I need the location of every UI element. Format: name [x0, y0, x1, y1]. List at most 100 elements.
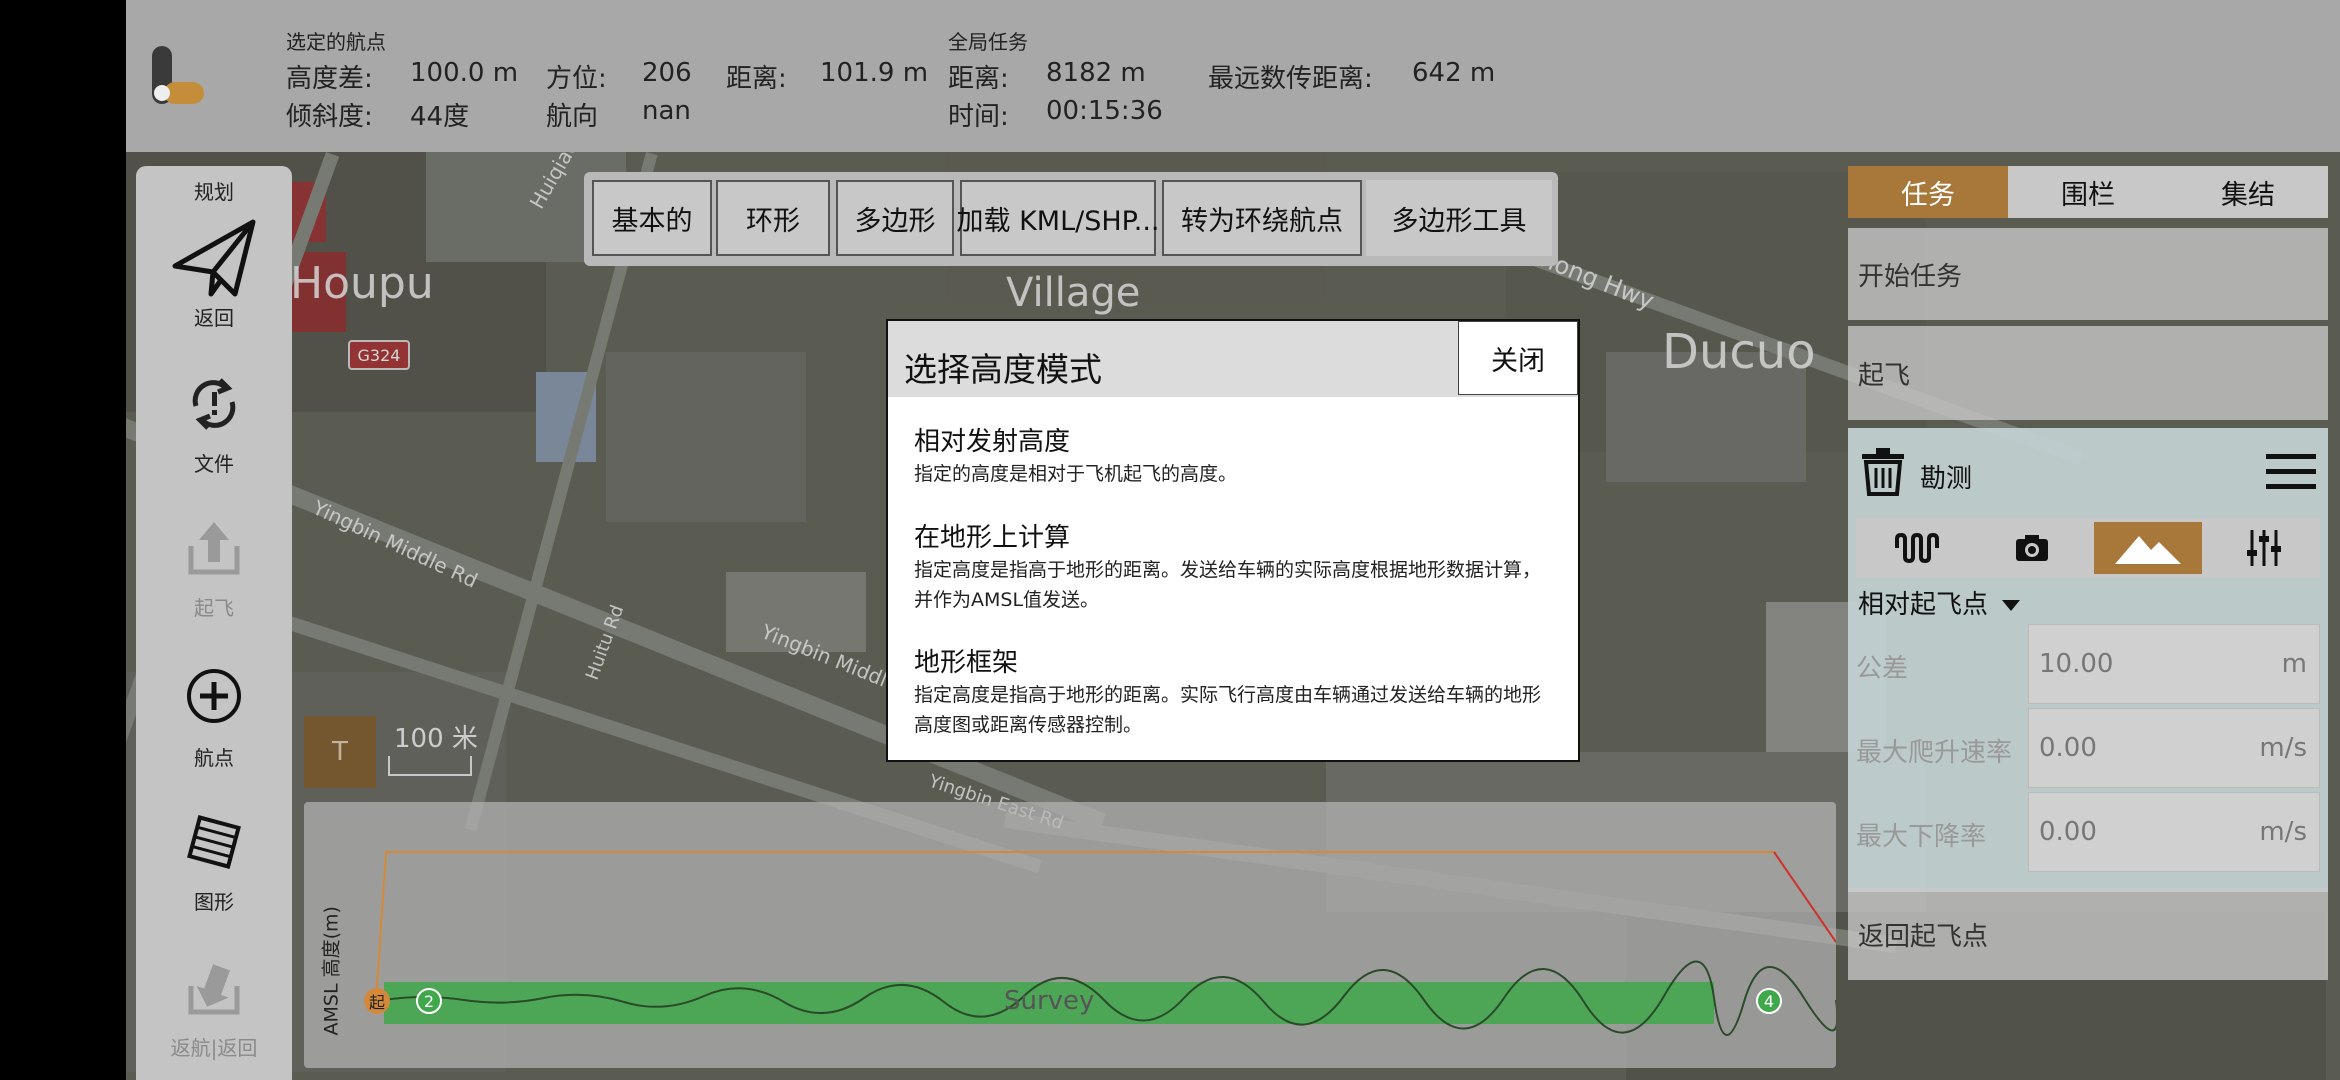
max-climb-unit: m/s [2259, 733, 2307, 763]
tolerance-row: 公差 10.00 m [1848, 624, 2328, 704]
option-relative[interactable]: 相对发射高度 指定的高度是相对于飞机起飞的高度。 [914, 425, 1554, 489]
option-terrain-frame-desc: 指定高度是指高于地形的距离。实际飞行高度由车辆通过发送给车辆的地形高度图或距离传… [914, 684, 1542, 736]
option-terrain-calc-desc: 指定高度是指高于地形的距离。发送给车辆的实际高度根据地形数据计算，并作为AMSL… [914, 559, 1542, 611]
mountain-icon [2115, 536, 2181, 564]
mission-distance-label: 距离: [948, 64, 1009, 94]
tab-geofence[interactable]: 围栏 [2008, 166, 2168, 218]
dialog-title: 选择高度模式 [904, 350, 1102, 389]
max-descent-label: 最大下降率 [1856, 822, 1987, 852]
circle-button[interactable]: 环形 [716, 180, 830, 256]
waypoint-button[interactable]: 航点 [136, 666, 292, 771]
tab-mission[interactable]: 任务 [1848, 166, 2008, 218]
back-button[interactable]: 返回 [136, 216, 292, 331]
tolerance-value: 10.00 [2039, 649, 2114, 679]
option-terrain-calc-title: 在地形上计算 [914, 523, 1071, 553]
heading-value: nan [642, 96, 691, 126]
plus-circle-icon [187, 669, 241, 723]
hamburger-menu-icon[interactable] [2266, 452, 2316, 492]
plan-toolbar: 规划 返回 文件 起飞 航点 图形 返航|返回 [136, 166, 292, 1080]
distance-label: 距离: [726, 64, 787, 94]
basic-button[interactable]: 基本的 [592, 180, 712, 256]
paper-plane-icon [172, 219, 256, 297]
max-climb-input[interactable]: 0.00 m/s [2028, 708, 2320, 788]
app-logo-icon[interactable] [148, 42, 208, 112]
tolerance-unit: m [2281, 649, 2307, 679]
mission-distance-value: 8182 m [1046, 58, 1146, 88]
tolerance-label: 公差 [1856, 654, 1909, 684]
camera-icon [2016, 535, 2048, 561]
load-kml-shp-button[interactable]: 加载 KML/SHP... [957, 180, 1160, 256]
profile-center-label: Survey [1004, 986, 1095, 1016]
option-terrain-calc[interactable]: 在地形上计算 指定高度是指高于地形的距离。发送给车辆的实际高度根据地形数据计算，… [914, 521, 1554, 615]
return-button[interactable]: 返航|返回 [136, 958, 292, 1061]
pattern-stack-icon [187, 815, 241, 869]
max-telemetry-label: 最远数传距离: [1208, 64, 1373, 94]
profile-marker-4[interactable]: 4 [1756, 988, 1782, 1014]
option-relative-title: 相对发射高度 [914, 427, 1071, 457]
option-terrain-frame-title: 地形框架 [914, 648, 1019, 678]
max-climb-value: 0.00 [2039, 733, 2097, 763]
gradient-label: 倾斜度: [286, 102, 373, 132]
sliders-icon [2247, 530, 2281, 566]
survey-tab-settings[interactable] [2210, 522, 2318, 574]
return-label: 返航|返回 [170, 1036, 258, 1060]
polygon-tools-button[interactable]: 多边形工具 [1366, 180, 1552, 256]
dialog-close-button[interactable]: 关闭 [1458, 321, 1578, 395]
terrain-profile-panel[interactable]: AMSL 高度(m) Survey 起 2 4 [304, 802, 1836, 1068]
option-terrain-frame[interactable]: 地形框架 指定高度是指高于地形的距离。实际飞行高度由车辆通过发送给车辆的地形高度… [914, 646, 1554, 740]
selected-waypoint-heading: 选定的航点 [286, 30, 386, 54]
takeoff-item[interactable]: 起飞 [1848, 326, 2328, 420]
altitude-mode-value: 相对起飞点 [1858, 590, 1989, 620]
return-icon [188, 964, 240, 1015]
gradient-value: 44度 [410, 102, 470, 132]
sync-file-icon [192, 378, 236, 430]
plan-toolbar-header: 规划 [194, 180, 234, 204]
max-descent-value: 0.00 [2039, 817, 2097, 847]
profile-marker-2[interactable]: 2 [416, 988, 442, 1014]
max-descent-row: 最大下降率 0.00 m/s [1848, 792, 2328, 872]
file-label: 文件 [194, 452, 234, 476]
sine-wave-icon [1895, 533, 1939, 563]
waypoint-label: 航点 [194, 746, 234, 770]
chevron-down-icon [2002, 600, 2021, 611]
max-climb-row: 最大爬升速率 0.00 m/s [1848, 708, 2328, 788]
takeoff-button[interactable]: 起飞 [136, 518, 292, 621]
mission-time-label: 时间: [948, 102, 1009, 132]
alt-diff-label: 高度差: [286, 64, 373, 94]
altitude-mode-dropdown[interactable]: 相对起飞点 [1858, 584, 2021, 621]
pattern-button[interactable]: 图形 [136, 814, 292, 915]
altitude-mode-dialog: 选择高度模式 关闭 相对发射高度 指定的高度是相对于飞机起飞的高度。 在地形上计… [886, 319, 1580, 762]
convert-orbit-button[interactable]: 转为环绕航点 [1162, 180, 1362, 256]
option-relative-desc: 指定的高度是相对于飞机起飞的高度。 [914, 463, 1238, 485]
mission-heading: 全局任务 [948, 30, 1028, 54]
survey-tab-camera[interactable] [1978, 522, 2086, 574]
pattern-toolbar: 基本的 环形 多边形 加载 KML/SHP... 转为环绕航点 多边形工具 [584, 172, 1558, 266]
tab-rally[interactable]: 集结 [2168, 166, 2328, 218]
trash-icon[interactable] [1860, 448, 1906, 496]
survey-tab-grid[interactable] [1862, 522, 1970, 574]
survey-title: 勘测 [1920, 464, 1973, 494]
max-climb-label: 最大爬升速率 [1856, 738, 2013, 768]
mission-time-value: 00:15:36 [1046, 96, 1163, 126]
azimuth-value: 206 [642, 58, 692, 88]
tolerance-input[interactable]: 10.00 m [2028, 624, 2320, 704]
azimuth-label: 方位: [546, 64, 607, 94]
profile-graph [375, 851, 1836, 1036]
takeoff-upload-icon [188, 522, 240, 575]
pattern-label: 图形 [194, 890, 234, 914]
start-mission-item[interactable]: 开始任务 [1848, 228, 2328, 320]
return-home-item[interactable]: 返回起飞点 [1848, 888, 2328, 980]
max-descent-input[interactable]: 0.00 m/s [2028, 792, 2320, 872]
survey-tab-terrain[interactable] [2094, 522, 2202, 574]
file-button[interactable]: 文件 [136, 374, 292, 477]
takeoff-label: 起飞 [194, 596, 234, 620]
alt-diff-value: 100.0 m [410, 58, 519, 88]
survey-subtabs [1856, 518, 2320, 578]
distance-value: 101.9 m [820, 58, 929, 88]
polygon-button[interactable]: 多边形 [836, 180, 954, 256]
max-telemetry-value: 642 m [1412, 58, 1496, 88]
max-descent-unit: m/s [2259, 817, 2307, 847]
heading-label: 航向 [546, 102, 599, 132]
plan-view-tabs: 任务 围栏 集结 [1848, 166, 2328, 218]
profile-marker-takeoff[interactable]: 起 [364, 988, 390, 1014]
